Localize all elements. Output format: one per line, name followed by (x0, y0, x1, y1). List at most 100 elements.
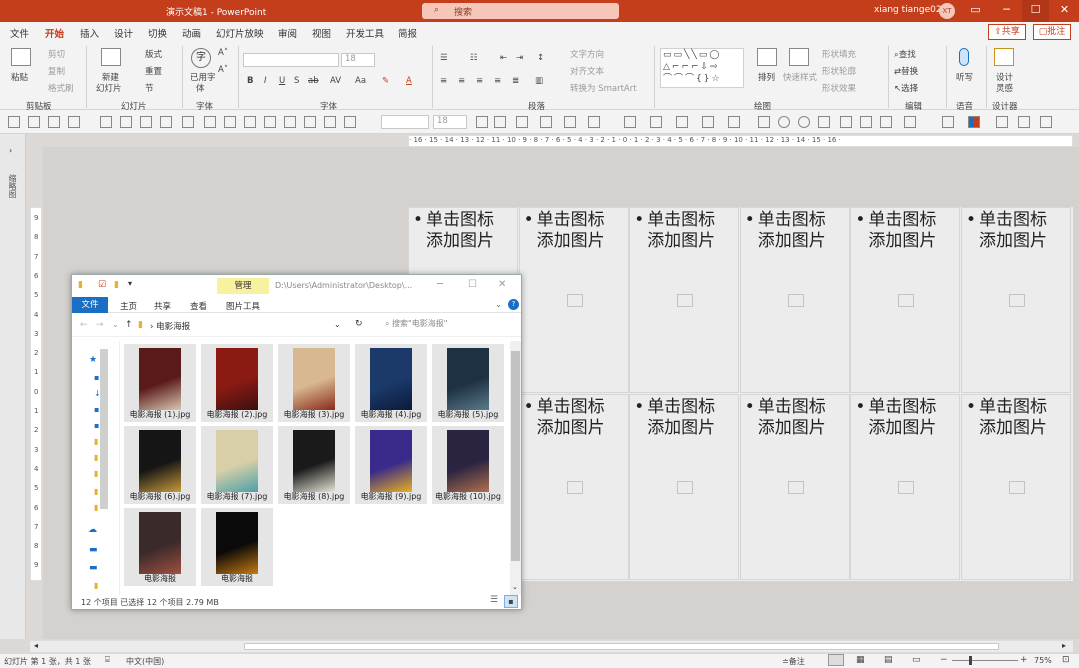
font-family-select-2[interactable] (381, 115, 429, 129)
normal-view-icon[interactable] (828, 654, 844, 666)
highlight-icon[interactable] (564, 116, 576, 128)
used-fonts-label-2[interactable]: 体 (196, 82, 205, 94)
shape-effects-button[interactable]: 形状效果 (822, 82, 856, 94)
ribbon-display-icon[interactable]: ▭ (962, 0, 989, 22)
picture-placeholder[interactable]: •单击图标添加图片 (739, 394, 851, 580)
quick-styles-button[interactable]: 快速样式 (783, 71, 817, 83)
explorer-search-input[interactable]: ⌕ 搜索"电影海报" (385, 318, 505, 334)
crop-icon[interactable] (860, 116, 872, 128)
file-item[interactable]: 电影海报 (8).jpg (278, 426, 350, 504)
recent-chevron-icon[interactable]: ⌄ (112, 320, 119, 329)
large-icons-view-icon[interactable]: ▪ (504, 595, 518, 608)
file-item[interactable]: 电影海报 (9).jpg (355, 426, 427, 504)
font-size-select-2[interactable]: 18 (433, 115, 467, 129)
details-view-icon[interactable]: ☰ (490, 595, 498, 605)
tab-insert[interactable]: 插入 (80, 26, 99, 40)
replace-button[interactable]: ⇄替换 (894, 65, 918, 77)
artistic-icon[interactable] (880, 116, 892, 128)
underline-icon[interactable]: U (279, 76, 285, 86)
cut-button[interactable]: 剪切 (48, 48, 65, 60)
folder-icon[interactable]: ▮ (94, 437, 98, 446)
design-ideas-icon[interactable] (994, 48, 1014, 66)
tab-file[interactable]: 文件 (10, 26, 29, 40)
insert-picture-icon[interactable] (677, 481, 694, 494)
comment-button[interactable]: ▢批注 (1033, 24, 1071, 40)
outline-icon[interactable] (650, 116, 662, 128)
placeholder-text[interactable]: •单击图标添加图片 (413, 210, 519, 252)
placeholder-text[interactable]: •单击图标添加图片 (634, 210, 740, 252)
align-left-icon[interactable]: ≡ (440, 76, 447, 86)
section-button[interactable]: 节 (145, 82, 154, 94)
folder-icon[interactable]: ▮ (94, 581, 98, 590)
file-item[interactable]: 电影海报 (4).jpg (355, 344, 427, 422)
quick-styles-icon[interactable] (789, 48, 809, 66)
insert-picture-icon[interactable] (677, 294, 694, 307)
dictate-button[interactable]: 听写 (956, 71, 973, 83)
placeholder-text[interactable]: •单击图标添加图片 (855, 210, 961, 252)
explorer-tab-picture-tools[interactable]: 图片工具 (226, 300, 260, 312)
maximize-button[interactable]: ☐ (1022, 0, 1049, 22)
microphone-icon[interactable] (959, 48, 969, 66)
align-icon[interactable] (160, 116, 172, 128)
placeholder-text[interactable]: •单击图标添加图片 (745, 397, 851, 439)
ellipse-icon[interactable] (798, 116, 810, 128)
align-icon[interactable] (182, 116, 194, 128)
forward-arrow-icon[interactable]: → (96, 320, 104, 330)
justify-icon[interactable]: ≡ (494, 76, 501, 86)
distribute-icon[interactable] (264, 116, 276, 128)
zoom-level[interactable]: 75% (1034, 656, 1052, 665)
slideshow-icon[interactable]: ▭ (912, 655, 921, 665)
rounded-rect-icon[interactable] (778, 116, 790, 128)
file-item[interactable]: 电影海报 (6).jpg (124, 426, 196, 504)
accessibility-icon[interactable]: ⌸ (105, 655, 110, 665)
rotate-icon[interactable] (344, 116, 356, 128)
zoom-slider[interactable] (952, 660, 1018, 661)
copy-button[interactable]: 复制 (48, 65, 65, 77)
nav-scrollbar[interactable] (100, 349, 108, 509)
customize-qat-icon[interactable]: ▾ (128, 279, 132, 288)
select-button[interactable]: ↖选择 (894, 82, 918, 94)
placeholder-text[interactable]: •单击图标添加图片 (966, 210, 1072, 252)
equation-icon[interactable] (942, 116, 954, 128)
user-name[interactable]: xiang tiange02 (874, 5, 942, 15)
highlight-icon[interactable]: ✎ (382, 76, 389, 86)
paste-button[interactable]: 粘贴 (11, 71, 28, 83)
line-spacing-icon[interactable] (540, 116, 552, 128)
group-icon[interactable] (304, 116, 316, 128)
insert-picture-icon[interactable] (898, 481, 915, 494)
scroll-left-icon[interactable]: ◂ (34, 641, 38, 650)
bold-icon[interactable]: B (247, 76, 253, 86)
align-text-icon[interactable] (516, 116, 528, 128)
numbering-icon[interactable]: ☷ (470, 53, 478, 63)
search-box[interactable]: ⌕ 搜索 (422, 3, 619, 19)
bold-icon[interactable] (476, 116, 488, 128)
folder-icon[interactable]: ▮ (94, 503, 98, 512)
increase-indent-icon[interactable]: ⇥ (516, 53, 523, 63)
picture-icon[interactable] (840, 116, 852, 128)
list-icon[interactable] (494, 116, 506, 128)
strikethrough-icon[interactable]: ab (308, 76, 319, 86)
up-arrow-icon[interactable]: ↑ (125, 320, 133, 330)
find-button[interactable]: ⌕查找 (894, 48, 916, 60)
arrange-button[interactable]: 排列 (758, 71, 775, 83)
effects-icon[interactable] (676, 116, 688, 128)
placeholder-text[interactable]: •单击图标添加图片 (634, 397, 740, 439)
documents-icon[interactable]: ▪ (94, 405, 99, 414)
expand-ribbon-chevron-icon[interactable]: ⌄ (495, 300, 502, 310)
tab-animations[interactable]: 动画 (182, 26, 201, 40)
folder-icon[interactable]: ▮ (94, 487, 98, 496)
shape-fill-button[interactable]: 形状填充 (822, 48, 856, 60)
picture-placeholder[interactable]: •单击图标添加图片 (961, 207, 1071, 393)
align-text-button[interactable]: 对齐文本 (570, 65, 604, 77)
fit-to-window-icon[interactable]: ⊡ (1062, 655, 1070, 665)
placeholder-text[interactable]: •单击图标添加图片 (745, 210, 851, 252)
address-dropdown-icon[interactable]: ⌄ (334, 320, 341, 329)
reset-button[interactable]: 重置 (145, 65, 162, 77)
zoom-slider-thumb[interactable] (969, 656, 972, 665)
insert-picture-icon[interactable] (1009, 481, 1025, 494)
folder-icon[interactable]: ▮ (94, 469, 98, 478)
decrease-font-icon[interactable]: A˅ (218, 65, 228, 75)
explorer-scrollbar[interactable]: ⌄ (510, 341, 521, 595)
zoom-out-icon[interactable]: − (940, 655, 948, 665)
file-explorer-window[interactable]: ▮ ☑ ▮ ▾ 管理 D:\Users\Administrator\Deskto… (71, 274, 522, 610)
